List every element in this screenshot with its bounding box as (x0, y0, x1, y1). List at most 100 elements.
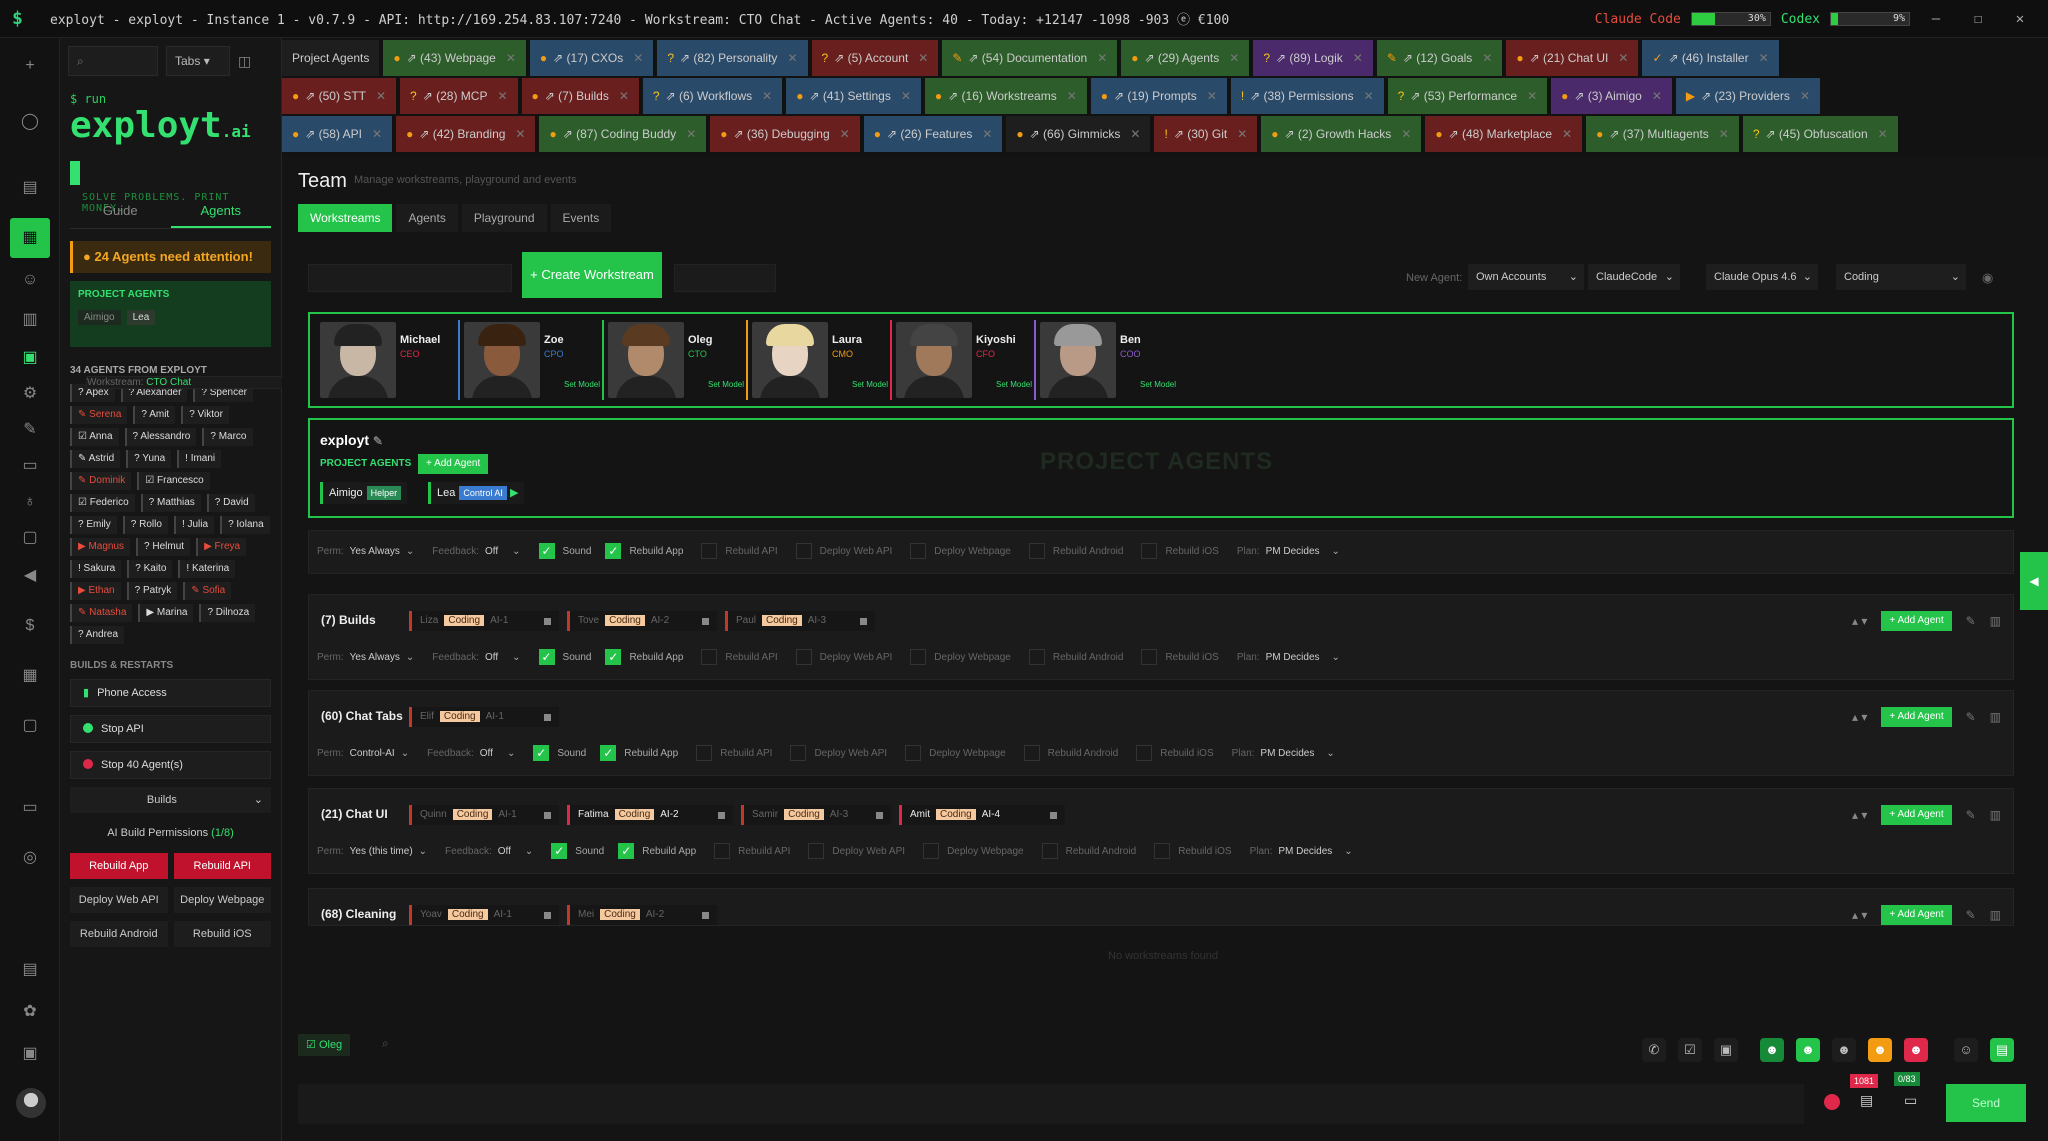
close-icon[interactable]: ✕ (982, 127, 992, 141)
agent-slot[interactable]: Amit Coding AI-4 (899, 805, 1065, 825)
tab-playground[interactable]: Playground (461, 204, 547, 232)
chevron-down-icon[interactable]: ⌄ (406, 652, 414, 663)
close-icon[interactable]: ✕ (1401, 127, 1411, 141)
tab-row3-8[interactable]: ● ⇗ (48) Marketplace ✕ (1425, 116, 1585, 152)
feedback-value[interactable]: Off (480, 748, 493, 759)
close-icon[interactable]: ✕ (762, 89, 772, 103)
close-icon[interactable]: ✕ (1719, 127, 1729, 141)
tab-row1-3[interactable]: ? ⇗ (82) Personality ✕ (657, 40, 810, 76)
agent-slot[interactable]: Tove Coding AI-2 (567, 611, 717, 631)
tab-row2-9[interactable]: ● ⇗ (3) Aimigo ✕ (1551, 78, 1674, 114)
deploy-web-api-checkbox[interactable] (795, 649, 812, 665)
agent-chip[interactable]: ☑ Anna (70, 428, 119, 446)
agent-slot[interactable]: Samir Coding AI-3 (741, 805, 891, 825)
tab-row1-10[interactable]: ✓ ⇗ (46) Installer ✕ (1642, 40, 1781, 76)
rebuild-api-checkbox[interactable] (701, 649, 718, 665)
trash-icon[interactable]: ▥ (1990, 808, 2001, 822)
rebuild-api-button[interactable]: Rebuild API (173, 853, 271, 879)
chevron-down-icon[interactable]: ⌄ (1344, 846, 1352, 857)
tab-row3-7[interactable]: ● ⇗ (2) Growth Hacks ✕ (1261, 116, 1424, 152)
eye-icon[interactable]: ◉ (1982, 270, 1993, 286)
project-agent-chip[interactable]: Aimigo (78, 310, 121, 325)
close-button[interactable]: ✕ (2004, 11, 2036, 27)
tab-row2-3[interactable]: ? ⇗ (6) Workflows ✕ (642, 78, 785, 114)
close-icon[interactable]: ✕ (1482, 51, 1492, 65)
agent-chip[interactable]: ▶ Magnus (70, 538, 131, 556)
rebuild-ios-checkbox[interactable] (1154, 843, 1171, 859)
record-button[interactable] (1824, 1094, 1840, 1110)
rebuild-ios-button[interactable]: Rebuild iOS (173, 921, 271, 947)
emoji-icon[interactable]: ☺ (1954, 1038, 1978, 1062)
tab-row3-1[interactable]: ● ⇗ (42) Branding ✕ (396, 116, 538, 152)
tab-agents[interactable]: Agents (170, 194, 271, 228)
agent-chip[interactable]: ? Alessandro (124, 428, 197, 446)
feedback-value[interactable]: Off (485, 652, 498, 663)
tab-row3-9[interactable]: ● ⇗ (37) Multiagents ✕ (1586, 116, 1741, 152)
tab-row2-7[interactable]: ! ⇗ (38) Permissions ✕ (1230, 78, 1386, 114)
agent-chip[interactable]: ? Yuna (126, 450, 172, 468)
sound-checkbox[interactable]: ✓ (538, 543, 555, 559)
chevron-down-icon[interactable]: ⌄ (512, 652, 520, 663)
close-icon[interactable]: ✕ (1207, 89, 1217, 103)
perm-value[interactable]: Yes Always (350, 546, 400, 557)
user-avatar[interactable] (16, 1088, 46, 1118)
tab-row3-0[interactable]: ● ⇗ (58) API ✕ (282, 116, 395, 152)
create-workstream-button[interactable]: + Create Workstream (522, 252, 662, 298)
reorder-icon[interactable]: ▴ ▾ (1852, 908, 1867, 922)
agent-chip[interactable]: ? Amit (133, 406, 176, 424)
stop-square[interactable] (860, 618, 867, 625)
deploy-web-api-checkbox[interactable] (808, 843, 825, 859)
workstream-secondary-input[interactable] (674, 264, 776, 292)
rebuild-ios-checkbox[interactable] (1136, 745, 1153, 761)
agent-icon[interactable]: ☻ (1868, 1038, 1892, 1062)
tab-row2-5[interactable]: ● ⇗ (16) Workstreams ✕ (924, 78, 1089, 114)
close-icon[interactable]: ✕ (1562, 127, 1572, 141)
agent-chip[interactable]: ? Viktor (181, 406, 229, 424)
close-icon[interactable]: ✕ (506, 51, 516, 65)
agent-icon[interactable]: ☻ (1796, 1038, 1820, 1062)
deploy-web-api-button[interactable]: Deploy Web API (70, 887, 168, 913)
agent-chip[interactable]: ? Dilnoza (199, 604, 256, 622)
tab-row1-8[interactable]: ✎ ⇗ (12) Goals ✕ (1376, 40, 1505, 76)
plan-value[interactable]: PM Decides (1278, 846, 1332, 857)
tab-row2-2[interactable]: ● ⇗ (7) Builds ✕ (521, 78, 641, 114)
chevron-down-icon[interactable]: ⌄ (401, 748, 409, 759)
tab-row3-5[interactable]: ● ⇗ (66) Gimmicks ✕ (1006, 116, 1153, 152)
agent-slot[interactable]: Yoav Coding AI-1 (409, 905, 559, 925)
stop-square[interactable] (544, 912, 551, 919)
agent-slot[interactable]: Liza Coding AI-1 (409, 611, 559, 631)
agent-chip[interactable]: ? Iolana (220, 516, 270, 534)
agent-slot[interactable]: Paul Coding AI-3 (725, 611, 875, 631)
deploy-webpage-checkbox[interactable] (910, 649, 927, 665)
agent-chip[interactable]: ? Kaito (127, 560, 173, 578)
settings-icon[interactable]: ⚙ (16, 380, 44, 408)
agent-chip[interactable]: ▶ Ethan (70, 582, 121, 600)
avatar-icon[interactable]: ☺ (16, 266, 44, 294)
agent-chip[interactable]: ▶ Freya (196, 538, 247, 556)
add-agent-button[interactable]: + Add Agent (1881, 805, 1952, 825)
agent-slot[interactable]: Fatima Coding AI-2 (567, 805, 733, 825)
edit-icon[interactable]: ✎ (373, 434, 383, 448)
tab-row3-10[interactable]: ? ⇗ (45) Obfuscation ✕ (1742, 116, 1900, 152)
sound-checkbox[interactable]: ✓ (538, 649, 555, 665)
agent-chip[interactable]: ? Helmut (136, 538, 191, 556)
add-agent-button[interactable]: + Add Agent (1881, 707, 1952, 727)
perm-value[interactable]: Yes (this time) (350, 846, 413, 857)
close-icon[interactable]: ✕ (372, 127, 382, 141)
rebuild-app-checkbox[interactable]: ✓ (600, 745, 617, 761)
close-icon[interactable]: ✕ (1097, 51, 1107, 65)
reorder-icon[interactable]: ▴ ▾ (1852, 710, 1867, 724)
close-icon[interactable]: ✕ (918, 51, 928, 65)
stop-square[interactable] (544, 812, 551, 819)
close-icon[interactable]: ✕ (1652, 89, 1662, 103)
tab-row1-5[interactable]: ✎ ⇗ (54) Documentation ✕ (942, 40, 1120, 76)
agent-chip[interactable]: ✎ Astrid (70, 450, 121, 468)
deploy-webpage-checkbox[interactable] (905, 745, 922, 761)
search-icon[interactable]: ⌕ (382, 1036, 389, 1051)
deploy-webpage-checkbox[interactable] (910, 543, 927, 559)
chevron-down-icon[interactable]: ⌄ (507, 748, 515, 759)
rebuild-android-checkbox[interactable] (1028, 649, 1045, 665)
agent-icon[interactable]: ☻ (1760, 1038, 1784, 1062)
tab-agents[interactable]: Agents (396, 204, 458, 232)
build-permissions[interactable]: AI Build Permissions (1/8) (70, 821, 271, 845)
